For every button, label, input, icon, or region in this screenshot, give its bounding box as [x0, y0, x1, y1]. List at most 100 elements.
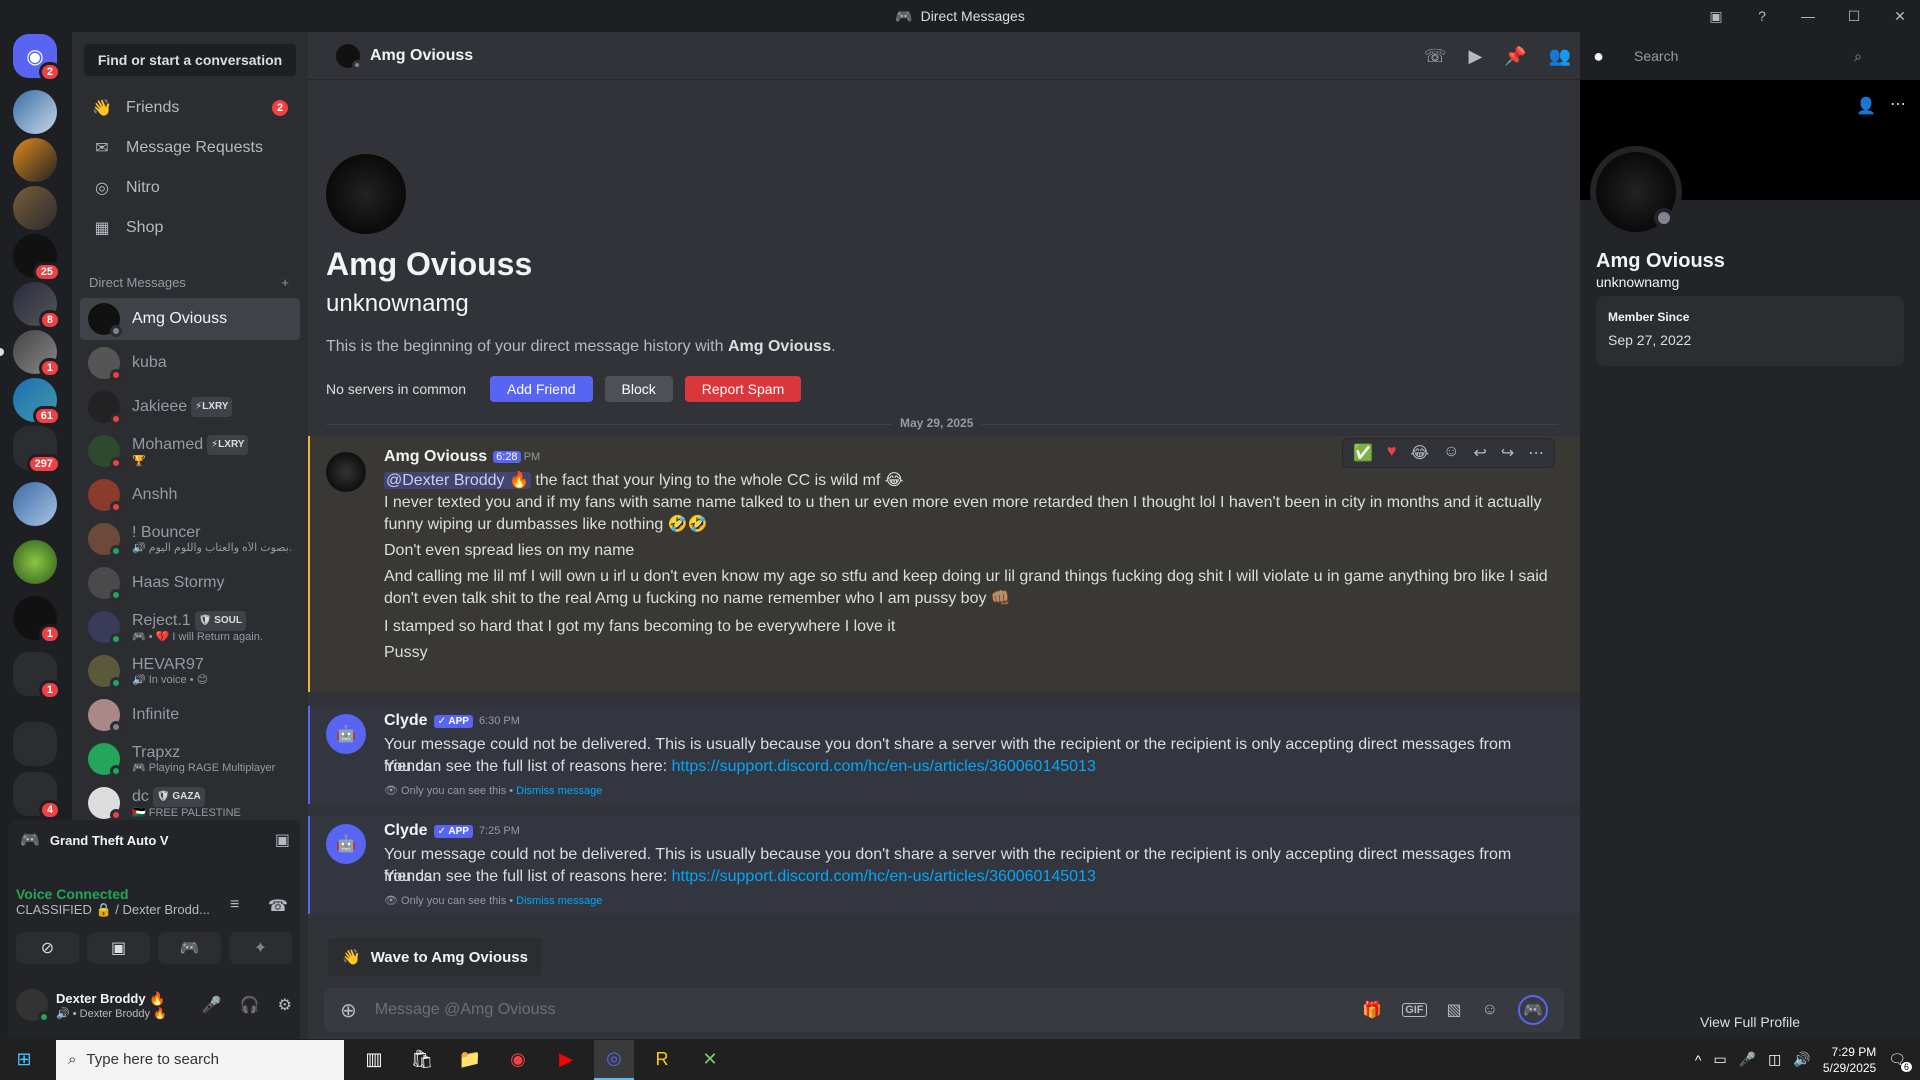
search-input[interactable]: Search ⌕	[1626, 42, 1870, 70]
help-icon[interactable]: ?	[1752, 8, 1772, 24]
nav-friends[interactable]: 👋 Friends 2	[80, 88, 300, 128]
clyde-avatar[interactable]: 🤖	[326, 824, 366, 864]
create-dm-button[interactable]: +	[281, 275, 289, 290]
forward-icon[interactable]: ↪	[1501, 443, 1514, 463]
chat-title[interactable]: Amg Oviouss	[370, 47, 473, 65]
voice-status[interactable]: Voice Connected	[16, 886, 216, 902]
close-button[interactable]: ✕	[1890, 8, 1910, 25]
stream-icon[interactable]: ▣	[275, 830, 290, 850]
support-link[interactable]: https://support.discord.com/hc/en-us/art…	[672, 758, 1096, 775]
server-icon[interactable]	[13, 186, 57, 230]
avatar[interactable]	[326, 452, 366, 492]
rockstar-icon[interactable]: R	[642, 1040, 682, 1080]
find-conversation-button[interactable]: Find or start a conversation	[84, 44, 296, 76]
start-button[interactable]: ⊞	[0, 1040, 48, 1080]
pin-icon[interactable]: 📌	[1504, 46, 1526, 67]
add-reaction-icon[interactable]: ☺	[1443, 443, 1459, 463]
task-view-icon[interactable]: ▥	[354, 1040, 394, 1080]
youtube-icon[interactable]: ▶	[546, 1040, 586, 1080]
settings-icon[interactable]: ⚙	[278, 995, 292, 1015]
server-icon[interactable]	[13, 90, 57, 134]
laugh-reaction-icon[interactable]: 😂	[1410, 443, 1429, 463]
server-folder[interactable]: 297	[13, 426, 61, 474]
report-spam-button[interactable]: Report Spam	[684, 376, 802, 402]
tray-network-icon[interactable]: ▭	[1713, 1051, 1726, 1068]
tray-chevron-icon[interactable]: ^	[1695, 1052, 1702, 1068]
gift-icon[interactable]: 🎁	[1362, 1000, 1382, 1020]
clock-time[interactable]: 7:29 PM	[1823, 1044, 1877, 1060]
server-folder[interactable]: 1	[13, 652, 61, 700]
file-explorer-icon[interactable]: 📁	[450, 1040, 490, 1080]
inbox-icon[interactable]: ▣	[1706, 8, 1726, 25]
add-friend-button[interactable]: Add Friend	[490, 376, 593, 402]
nav-message-requests[interactable]: ✉ Message Requests	[80, 128, 300, 168]
nav-nitro[interactable]: ◎ Nitro	[80, 168, 300, 208]
mention[interactable]: @Dexter Broddy 🔥	[384, 472, 531, 489]
activity-button[interactable]: 🎮	[158, 932, 221, 964]
message-composer[interactable]: ⊕ Message @Amg Oviouss 🎁 GIF ▧ ☺ 🎮	[324, 988, 1564, 1032]
block-button[interactable]: Block	[604, 376, 673, 402]
message-author[interactable]: Clyde	[384, 822, 428, 840]
dm-item[interactable]: HEVAR97 🔊 In voice • 😊	[80, 650, 300, 692]
dm-item[interactable]: Trapxz 🎮 Playing RAGE Multiplayer	[80, 738, 300, 780]
video-call-icon[interactable]: ▶	[1468, 46, 1482, 67]
dismiss-link[interactable]: Dismiss message	[516, 895, 602, 907]
dm-item[interactable]: ! Bouncer 🔊 ﺑﺼﻮﺕ ﺍﻵﻩ ﻭﺍﻟﻌﺘﺎﺏ ﻭﺍﻟﻠﻮﻡ ﺍﻟﻴﻮﻡ…	[80, 518, 300, 560]
screen-share-button[interactable]: ▣	[87, 932, 150, 964]
dm-item[interactable]: Haas Stormy	[80, 562, 300, 604]
disconnect-icon[interactable]: ☎	[268, 896, 288, 916]
server-icon[interactable]	[13, 540, 57, 584]
chrome-icon[interactable]: ◉	[498, 1040, 538, 1080]
dm-item[interactable]: Infinite	[80, 694, 300, 736]
server-icon[interactable]	[13, 138, 57, 182]
server-folder[interactable]	[13, 722, 57, 766]
deafen-icon[interactable]: 🎧	[240, 995, 260, 1015]
apps-icon[interactable]: 🎮	[1518, 995, 1548, 1025]
tray-mic-icon[interactable]: 🎤	[1739, 1051, 1756, 1068]
emoji-icon[interactable]: ☺	[1482, 1001, 1498, 1019]
profile-avatar[interactable]	[1590, 146, 1682, 238]
tray-wifi-icon[interactable]: ◫	[1768, 1051, 1781, 1068]
message-author[interactable]: Clyde	[384, 712, 428, 730]
dm-item[interactable]: Reject.1 🛡 SOUL 🎮 • 💔 I will Return again.	[80, 606, 300, 648]
message-author[interactable]: Amg Oviouss	[384, 448, 487, 466]
gif-icon[interactable]: GIF	[1402, 1003, 1427, 1017]
mute-icon[interactable]: 🎤	[202, 995, 222, 1015]
sticker-icon[interactable]: ▧	[1447, 1000, 1462, 1020]
dm-item[interactable]: Anshh	[80, 474, 300, 516]
soundboard-button[interactable]: ✦	[229, 932, 292, 964]
store-icon[interactable]: 🛍	[402, 1040, 442, 1080]
voice-channel[interactable]: CLASSIFIED 🔒 / Dexter Brodd...	[16, 902, 216, 918]
nav-shop[interactable]: ▦ Shop	[80, 208, 300, 248]
heart-reaction-icon[interactable]: ♥	[1387, 443, 1397, 463]
maximize-button[interactable]: ☐	[1844, 8, 1864, 25]
check-reaction-icon[interactable]: ✅	[1353, 443, 1373, 463]
add-friend-icon[interactable]: 👤	[1856, 96, 1876, 116]
camera-button[interactable]: ⊘	[16, 932, 79, 964]
clyde-avatar[interactable]: 🤖	[326, 714, 366, 754]
clock-date[interactable]: 5/29/2025	[1823, 1060, 1876, 1076]
add-attachment-icon[interactable]: ⊕	[340, 998, 357, 1023]
server-folder[interactable]: 4	[13, 772, 61, 820]
voice-call-icon[interactable]: ☏	[1424, 46, 1447, 67]
server-icon[interactable]: 25	[13, 234, 61, 282]
tray-volume-icon[interactable]: 🔊	[1793, 1051, 1810, 1068]
message-input[interactable]: Message @Amg Oviouss	[375, 1001, 1343, 1019]
xbox-icon[interactable]: ✕	[690, 1040, 730, 1080]
server-icon[interactable]: 1	[0, 330, 61, 378]
dm-item[interactable]: Mohamed ⚡LXRY 🏆	[80, 430, 300, 472]
view-full-profile-link[interactable]: View Full Profile	[1580, 1014, 1920, 1030]
more-icon[interactable]: ⋯	[1890, 94, 1906, 114]
user-profile-icon[interactable]: ●	[1593, 46, 1604, 67]
server-icon[interactable]: 8	[13, 282, 61, 330]
home-button[interactable]: ◉ 2	[13, 34, 61, 82]
more-icon[interactable]: ⋯	[1528, 443, 1544, 463]
noise-suppression-icon[interactable]: ≡	[230, 896, 239, 914]
dismiss-link[interactable]: Dismiss message	[516, 785, 602, 797]
taskbar-search[interactable]: ⌕ Type here to search	[56, 1039, 344, 1080]
server-icon[interactable]: 1	[13, 596, 61, 644]
dm-item[interactable]: kuba	[80, 342, 300, 384]
reply-icon[interactable]: ↩	[1473, 443, 1486, 463]
dm-item[interactable]: dc 🛡 GAZA 🇵🇸 FREE PALESTINE	[80, 782, 300, 824]
server-icon[interactable]	[13, 482, 57, 526]
